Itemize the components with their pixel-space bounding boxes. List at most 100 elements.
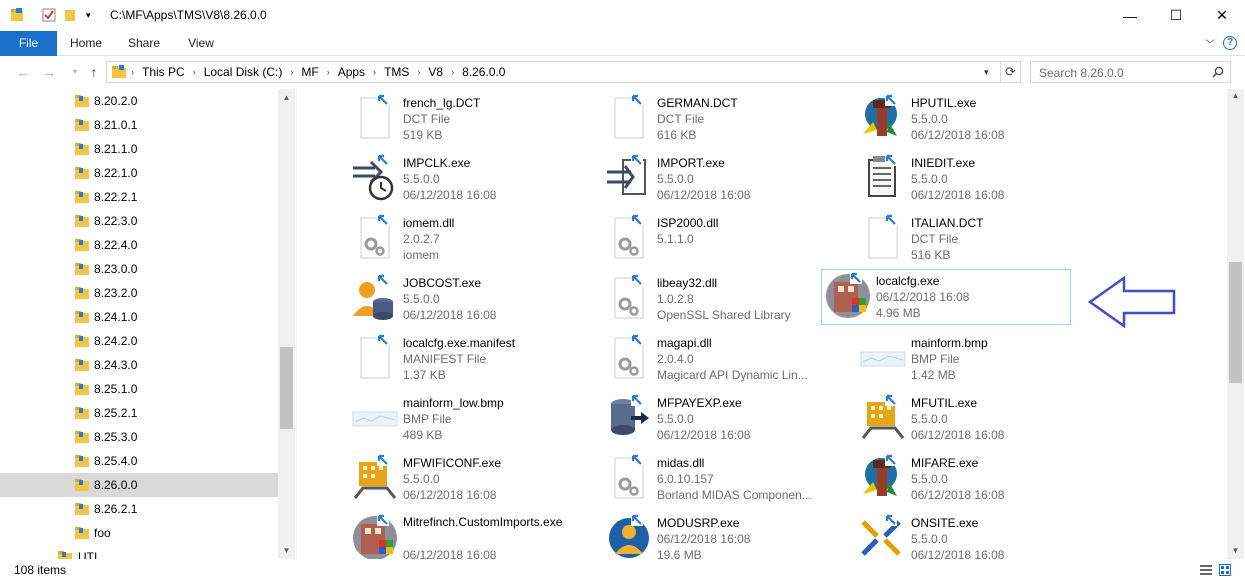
- nav-folder-item[interactable]: 8.22.4.0: [0, 233, 278, 257]
- nav-folder-item[interactable]: 8.26.2.1: [0, 497, 278, 521]
- folder-icon: [75, 191, 89, 203]
- nav-folder-item[interactable]: 8.25.4.0: [0, 449, 278, 473]
- nav-folder-item[interactable]: 8.25.2.1: [0, 401, 278, 425]
- maximize-button[interactable]: ☐: [1153, 0, 1199, 31]
- nav-folder-item[interactable]: 8.20.2.0: [0, 89, 278, 113]
- close-button[interactable]: ✕: [1199, 0, 1245, 31]
- large-icons-view-icon[interactable]: [1219, 564, 1231, 576]
- file-name: JOBCOST.exe: [403, 276, 482, 290]
- breadcrumb-local-disk[interactable]: Local Disk (C:): [204, 62, 283, 82]
- recent-locations-icon[interactable]: ▾: [66, 62, 84, 82]
- help-icon[interactable]: ?: [1223, 36, 1237, 50]
- nav-folder-item[interactable]: 8.24.2.0: [0, 329, 278, 353]
- nav-folder-item[interactable]: foo: [0, 521, 278, 545]
- content-scroll-thumb[interactable]: [1229, 262, 1242, 383]
- breadcrumb-this-pc[interactable]: This PC: [142, 62, 185, 82]
- properties-checkbox-icon[interactable]: [42, 8, 56, 22]
- breadcrumb-tms[interactable]: TMS: [384, 62, 409, 82]
- folder-icon: [75, 167, 89, 179]
- breadcrumb-v8[interactable]: V8: [428, 62, 443, 82]
- nav-folder-item[interactable]: 8.21.0.1: [0, 113, 278, 137]
- nav-folder-item[interactable]: 8.24.1.0: [0, 305, 278, 329]
- tab-home[interactable]: Home: [62, 31, 110, 56]
- item-count: 108 items: [14, 563, 67, 577]
- forward-arrow-icon[interactable]: →: [40, 62, 58, 82]
- nav-folder-item[interactable]: 8.23.2.0: [0, 281, 278, 305]
- file-tile[interactable]: french_lg.DCT DCT File 519 KB: [349, 92, 599, 148]
- nav-folder-item[interactable]: 8.21.1.0: [0, 137, 278, 161]
- scroll-down-icon[interactable]: ▼: [1227, 542, 1244, 559]
- file-name: french_lg.DCT: [403, 96, 481, 110]
- pane-divider[interactable]: [296, 89, 297, 559]
- nav-scrollbar[interactable]: ▲ ▼: [278, 89, 295, 559]
- file-tile[interactable]: ONSITE.exe 5.5.0.0 06/12/2018 16:08: [857, 512, 1107, 559]
- scroll-up-icon[interactable]: ▲: [278, 89, 295, 106]
- file-tile[interactable]: libeay32.dll 1.0.2.8 OpenSSL Shared Librar…: [603, 272, 853, 328]
- nav-folder-item[interactable]: 8.25.1.0: [0, 377, 278, 401]
- file-name: INIEDIT.exe: [911, 156, 976, 170]
- quick-access-dropdown-icon[interactable]: ▾: [86, 10, 100, 24]
- back-arrow-icon[interactable]: ←: [14, 62, 32, 82]
- refresh-icon[interactable]: ⟳: [1001, 61, 1021, 83]
- nav-scroll-thumb[interactable]: [280, 347, 293, 429]
- breadcrumb-current[interactable]: 8.26.0.0: [462, 62, 505, 82]
- nav-folder-item[interactable]: 8.23.0.0: [0, 257, 278, 281]
- nav-folder-item[interactable]: 8.26.0.0: [0, 473, 278, 497]
- nav-folder-item[interactable]: 8.22.1.0: [0, 161, 278, 185]
- nav-folder-label: 8.23.2.0: [94, 286, 138, 300]
- file-tile[interactable]: MIFARE.exe 5.5.0.0 06/12/2018 16:08: [857, 452, 1107, 508]
- folder-icon: [75, 119, 89, 131]
- file-tile[interactable]: JOBCOST.exe 5.5.0.0 06/12/2018 16:08: [349, 272, 599, 328]
- tab-file[interactable]: File: [0, 31, 57, 56]
- chevron-down-icon[interactable]: ▾: [984, 67, 989, 78]
- content-scrollbar[interactable]: ▲ ▼: [1227, 89, 1244, 559]
- scroll-down-icon[interactable]: ▼: [278, 542, 295, 559]
- tab-share[interactable]: Share: [122, 31, 166, 56]
- nav-folder-item[interactable]: 8.22.2.1: [0, 185, 278, 209]
- file-tile[interactable]: MFPAYEXP.exe 5.5.0.0 06/12/2018 16:08: [603, 392, 853, 448]
- file-tile[interactable]: IMPCLK.exe 5.5.0.0 06/12/2018 16:08: [349, 152, 599, 208]
- chevron-down-icon[interactable]: ﹀: [1205, 36, 1215, 51]
- up-arrow-icon[interactable]: ↑: [85, 62, 103, 82]
- file-tile[interactable]: INIEDIT.exe 5.5.0.0 06/12/2018 16:08: [857, 152, 1107, 208]
- file-tile[interactable]: Mitrefinch.CustomImports.exe 06/12/2018 1…: [349, 512, 599, 559]
- file-tile[interactable]: magapi.dll 2.0.4.0 Magicard API Dynamic Li…: [603, 332, 853, 388]
- breadcrumb-apps[interactable]: Apps: [338, 62, 365, 82]
- breadcrumb-mf[interactable]: MF: [301, 62, 318, 82]
- minimize-button[interactable]: —: [1107, 0, 1153, 31]
- nav-folder-label: 8.25.1.0: [94, 382, 138, 396]
- file-tile[interactable]: HPUTIL.exe 5.5.0.0 06/12/2018 16:08: [857, 92, 1107, 148]
- file-tile[interactable]: IMPORT.exe 5.5.0.0 06/12/2018 16:08: [603, 152, 853, 208]
- file-detail-line: 2.0.2.7: [403, 232, 440, 246]
- breadcrumb: › This PC › Local Disk (C:) › MF › Apps …: [131, 62, 505, 82]
- search-input[interactable]: Search 8.26.0.0: [1030, 61, 1231, 83]
- details-view-icon[interactable]: [1200, 564, 1212, 576]
- file-tile[interactable]: localcfg.exe.manifest MANIFEST File 1.37 K…: [349, 332, 599, 388]
- nav-folder-item[interactable]: 8.22.3.0: [0, 209, 278, 233]
- file-tile[interactable]: iomem.dll 2.0.2.7 iomem: [349, 212, 599, 268]
- nav-folder-item[interactable]: 8.24.3.0: [0, 353, 278, 377]
- address-bar[interactable]: › This PC › Local Disk (C:) › MF › Apps …: [106, 61, 1001, 83]
- folder-icon: [58, 551, 72, 559]
- file-tile[interactable]: mainform.bmp BMP File 1.42 MB: [857, 332, 1107, 388]
- file-tile[interactable]: midas.dll 6.0.10.157 Borland MIDAS Compone…: [603, 452, 853, 508]
- file-tile[interactable]: MODUSRP.exe 06/12/2018 16:08 19.6 MB: [603, 512, 853, 559]
- nav-folder-item[interactable]: UTI: [0, 545, 278, 559]
- new-folder-icon[interactable]: [63, 8, 77, 22]
- file-tile[interactable]: mainform_low.bmp BMP File 489 KB: [349, 392, 599, 448]
- file-tile[interactable]: MFWIFICONF.exe 5.5.0.0 06/12/2018 16:08: [349, 452, 599, 508]
- file-detail-line: Magicard API Dynamic Lin...: [657, 368, 808, 382]
- file-detail-line: 5.5.0.0: [911, 472, 948, 486]
- file-tile[interactable]: MFUTIL.exe 5.5.0.0 06/12/2018 16:08: [857, 392, 1107, 448]
- tab-view[interactable]: View: [180, 31, 222, 56]
- folder-icon[interactable]: [10, 8, 24, 22]
- file-name: libeay32.dll: [657, 276, 718, 290]
- scroll-up-icon[interactable]: ▲: [1227, 87, 1244, 104]
- folder-icon: [75, 239, 89, 251]
- file-tile[interactable]: GERMAN.DCT DCT File 616 KB: [603, 92, 853, 148]
- file-tile[interactable]: localcfg.exe 06/12/2018 16:08 4.96 MB: [821, 269, 1071, 325]
- file-detail-line: 489 KB: [403, 428, 443, 442]
- nav-folder-item[interactable]: 8.25.3.0: [0, 425, 278, 449]
- file-tile[interactable]: ISP2000.dll 5.1.1.0: [603, 212, 853, 268]
- file-tile[interactable]: ITALIAN.DCT DCT File 516 KB: [857, 212, 1107, 268]
